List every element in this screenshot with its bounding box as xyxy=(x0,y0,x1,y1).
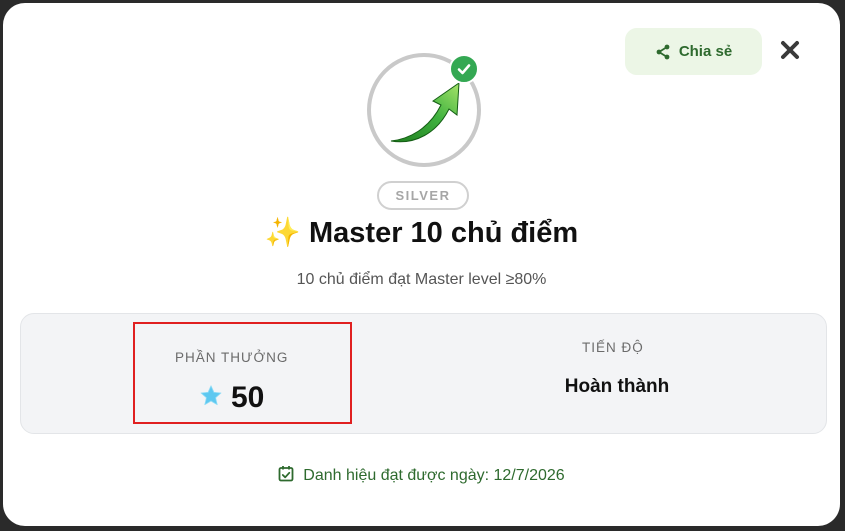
calendar-check-icon xyxy=(278,465,294,487)
reward-number: 50 xyxy=(231,381,265,414)
achieved-date-text: Danh hiệu đạt được ngày: 12/7/2026 xyxy=(303,467,565,484)
achieved-date: Danh hiệu đạt được ngày: 12/7/2026 xyxy=(3,465,840,487)
tier-badge: SILVER xyxy=(377,181,469,210)
progress-value: Hoàn thành xyxy=(564,376,670,397)
share-button[interactable]: Chia sẻ xyxy=(625,28,762,75)
achievement-modal: Chia sẻ SILVER ✨ Master 10 chủ điểm 10 c… xyxy=(3,3,840,526)
share-icon xyxy=(655,44,671,60)
reward-highlight-box: PHẦN THƯỞNG 50 xyxy=(133,322,352,424)
progress-label: TIẾN ĐỘ xyxy=(582,340,644,355)
green-arrow-up-icon xyxy=(371,82,477,163)
reward-label: PHẦN THƯỞNG xyxy=(175,350,289,365)
stats-panel: PHẦN THƯỞNG 50 TIẾN ĐỘ Hoàn thành xyxy=(20,313,827,434)
reward-value: 50 xyxy=(199,381,264,415)
check-circle-icon xyxy=(449,54,479,84)
share-label: Chia sẻ xyxy=(678,43,733,60)
achievement-title: ✨ Master 10 chủ điểm xyxy=(264,217,579,249)
achievement-description: 10 chủ điểm đạt Master level ≥80% xyxy=(296,271,547,288)
badge-emblem xyxy=(365,51,481,167)
close-button[interactable] xyxy=(776,38,804,66)
close-icon xyxy=(780,40,800,65)
star-icon xyxy=(199,384,223,413)
